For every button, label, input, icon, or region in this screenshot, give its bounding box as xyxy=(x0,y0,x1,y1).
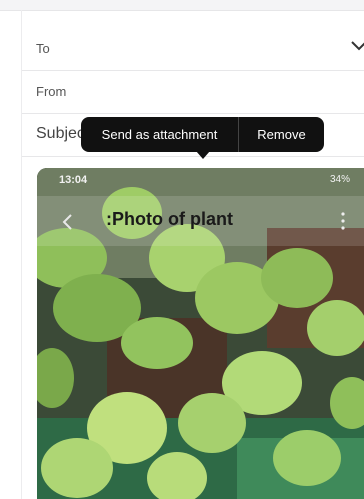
attachment-context-menu: Send as attachment Remove xyxy=(81,117,324,159)
remove-button[interactable]: Remove xyxy=(239,117,324,152)
tooltip-arrow xyxy=(196,151,210,159)
status-time: 13:04 xyxy=(59,174,88,186)
to-field[interactable]: To xyxy=(22,27,364,71)
image-title: :Photo of plant xyxy=(106,209,233,229)
attached-image[interactable]: 13:04 34% :Photo of plant xyxy=(37,168,364,499)
image-header-bar: :Photo of plant xyxy=(37,196,364,246)
status-battery: 34% xyxy=(329,174,350,185)
from-label: From xyxy=(36,84,67,99)
top-strip xyxy=(0,0,364,11)
to-label: To xyxy=(36,41,50,56)
from-field[interactable]: From xyxy=(22,70,364,114)
chevron-down-icon[interactable] xyxy=(348,35,364,57)
back-arrow-icon xyxy=(62,214,72,230)
more-vert-icon xyxy=(341,212,345,230)
send-as-attachment-button[interactable]: Send as attachment xyxy=(81,117,238,152)
